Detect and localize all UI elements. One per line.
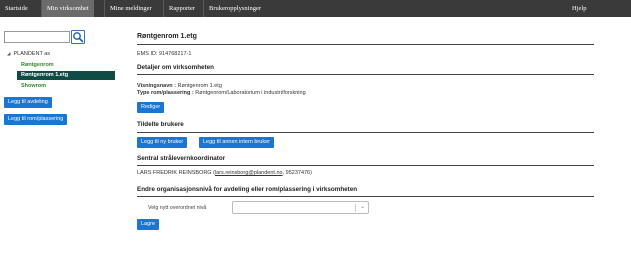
add-internal-user-button[interactable]: Legg til annen intern bruker [199,137,274,148]
divider [137,196,594,197]
display-name-label: Visningsnavn : [137,83,177,89]
details-heading: Detaljer om virksomheten [137,64,214,71]
tree-root[interactable]: ◢ PLANDENT as [7,51,50,57]
magnifier-icon [73,32,84,43]
nav-startside[interactable]: Startside [0,0,33,17]
save-button[interactable]: Lagre [137,219,160,230]
tree-item-rontgenrom[interactable]: Røntgenrom [21,62,54,68]
collapse-triangle-icon[interactable]: ◢ [7,51,10,56]
display-name-value: Røntgenrom 1.etg [176,83,222,89]
search-button[interactable] [71,30,85,44]
users-heading: Tildelte brukere [137,121,184,128]
tree-root-label: PLANDENT as [13,51,51,57]
edit-button[interactable]: Rediger [137,102,165,113]
coordinator-phone: , 95237476) [282,170,312,176]
parent-level-label: Velg nytt overordnet nivå [148,205,207,211]
tree-item-label: Røntgenrom 1.etg [21,72,69,78]
nav-brukeropplysninger[interactable]: Brukeropplysninger [204,0,266,17]
divider [137,74,594,75]
coordinator-heading: Sentral strålevernkoordinator [137,155,226,162]
room-type-value: Røntgenrom/Laboratorium i industri/forsk… [193,90,306,96]
add-department-button[interactable]: Legg til avdeling [4,97,52,108]
nav-mine-meldinger[interactable]: Mine meldinger [105,0,157,17]
page-title: Røntgenrom 1.etg [137,33,197,40]
add-new-user-button[interactable]: Legg til ny bruker [137,137,188,148]
divider [137,132,594,133]
tree-item-showrom[interactable]: Showrom [21,83,46,89]
display-name-row: Visningsnavn : Røntgenrom 1.etg [137,83,222,89]
add-room-button[interactable]: Legg til rom/plassering [4,114,68,125]
nav-min-virksomhet[interactable]: Min virksomhet [42,0,94,17]
tree-item-rontgenrom-1-etg[interactable]: Røntgenrom 1.etg [17,71,115,80]
room-type-row: Type rom/plassering : Røntgenrom/Laborat… [137,90,306,96]
chevron-down-icon: ⌄ [359,204,365,210]
parent-level-select[interactable]: ⌄ [232,201,369,214]
divider [137,44,594,45]
select-separator [355,204,356,212]
coordinator-info: LARS FREDRIK REINSBORG (lars.reinsborg@p… [137,170,312,176]
search-input[interactable] [4,31,70,43]
top-navigation-bar: Startside Min virksomhet Mine meldinger … [0,0,631,17]
coordinator-email-link[interactable]: lars.reinsborg@plandent.no [215,170,283,176]
nav-rapporter[interactable]: Rapporter [164,0,200,17]
room-type-label: Type rom/plassering : [137,90,194,96]
divider [137,165,594,166]
coordinator-name: LARS FREDRIK REINSBORG ( [137,170,215,176]
org-heading: Endre organisasjonsnivå for avdeling ell… [137,186,358,193]
nav-help[interactable]: Hjelp [567,0,591,17]
ems-id: EMS ID: 914768217-1 [137,51,192,57]
